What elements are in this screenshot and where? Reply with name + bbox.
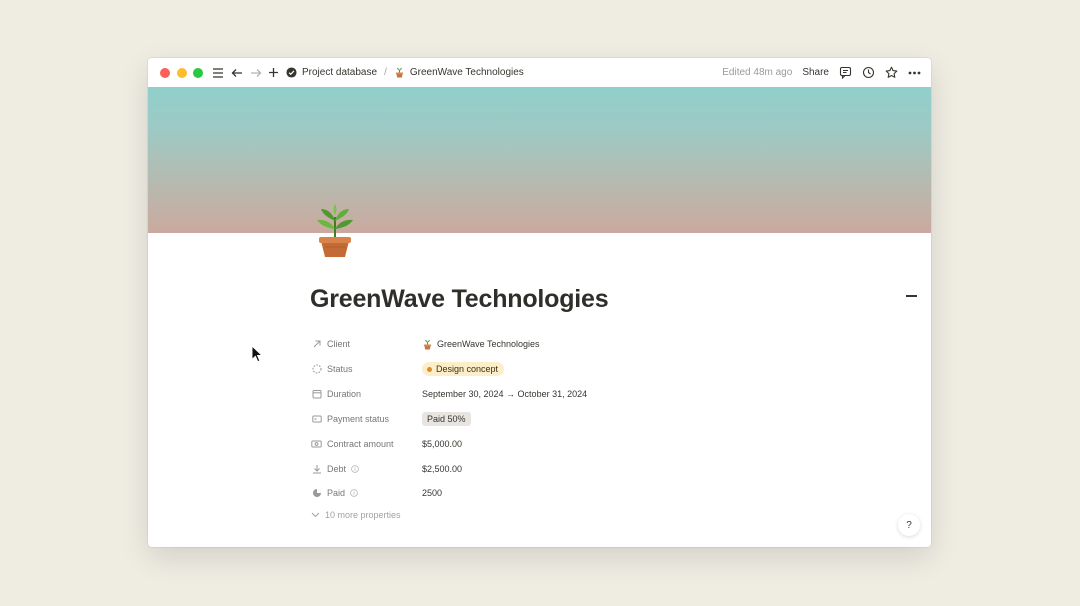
- status-badge[interactable]: Design concept: [422, 362, 505, 376]
- property-value-payment-status[interactable]: Paid 50%: [422, 412, 471, 426]
- property-name-paid: Paid: [311, 488, 358, 499]
- property-label: Debt: [327, 464, 347, 474]
- property-value-status[interactable]: Design concept: [422, 362, 505, 376]
- property-row-paid[interactable]: Paid 2500: [311, 483, 711, 503]
- title-bar: Project database / GreenWave Technologie…: [148, 58, 931, 87]
- property-value-paid[interactable]: 2500: [422, 488, 442, 498]
- property-row-contract-amount[interactable]: Contract amount $5,000.00: [311, 434, 711, 454]
- select-list-icon: [311, 414, 322, 425]
- property-label: Client: [327, 339, 351, 349]
- property-row-duration[interactable]: Duration September 30, 2024 → October 31…: [311, 384, 711, 404]
- potted-plant-icon: [422, 339, 433, 350]
- arrow-up-right-icon: [311, 339, 322, 350]
- page-cover-image[interactable]: [148, 87, 931, 233]
- breadcrumb-project-database[interactable]: Project database: [302, 67, 377, 78]
- download-icon: [311, 464, 322, 475]
- property-row-status[interactable]: Status Design concept: [311, 359, 711, 379]
- help-button[interactable]: ?: [898, 514, 920, 536]
- collapse-properties-icon[interactable]: [906, 295, 917, 297]
- more-properties-toggle[interactable]: 10 more properties: [311, 510, 401, 520]
- status-dot: [427, 366, 432, 372]
- property-label: Paid: [327, 488, 346, 498]
- breadcrumb-separator: /: [384, 67, 387, 78]
- property-row-debt[interactable]: Debt $2,500.00: [311, 459, 711, 479]
- property-name-duration: Duration: [311, 389, 361, 400]
- property-value-client[interactable]: GreenWave Technologies: [422, 339, 540, 350]
- property-value-duration[interactable]: September 30, 2024 → October 31, 2024: [422, 389, 587, 399]
- property-row-client[interactable]: Client GreenWave Technologies: [311, 334, 711, 354]
- database-check-icon: [286, 67, 297, 78]
- share-button[interactable]: Share: [802, 67, 829, 78]
- minimize-window-button[interactable]: [177, 68, 187, 78]
- property-row-payment-status[interactable]: Payment status Paid 50%: [311, 409, 711, 429]
- property-name-payment-status: Payment status: [311, 414, 389, 425]
- page-title[interactable]: GreenWave Technologies: [310, 285, 609, 314]
- property-name-client: Client: [311, 339, 350, 350]
- comment-icon[interactable]: [839, 66, 852, 79]
- more-properties-label: 10 more properties: [325, 510, 401, 520]
- close-window-button[interactable]: [160, 68, 170, 78]
- maximize-window-button[interactable]: [193, 68, 203, 78]
- mouse-pointer-icon: [251, 345, 263, 363]
- property-name-contract-amount: Contract amount: [311, 439, 394, 450]
- app-window: Project database / GreenWave Technologie…: [148, 58, 931, 547]
- history-clock-icon[interactable]: [862, 66, 875, 79]
- property-label: Status: [327, 364, 353, 374]
- pie-chart-icon: [311, 488, 322, 499]
- chevron-down-icon: [311, 512, 320, 518]
- back-arrow-icon[interactable]: [230, 66, 243, 79]
- calendar-icon: [311, 389, 322, 400]
- property-name-debt: Debt: [311, 464, 359, 475]
- forward-arrow-icon[interactable]: [249, 66, 262, 79]
- sidebar-menu-icon[interactable]: [211, 66, 224, 79]
- breadcrumb-current-page[interactable]: GreenWave Technologies: [410, 67, 524, 78]
- status-dashed-circle-icon: [311, 364, 322, 375]
- favorite-star-icon[interactable]: [885, 66, 898, 79]
- property-value-debt[interactable]: $2,500.00: [422, 464, 462, 474]
- payment-status-badge[interactable]: Paid 50%: [422, 412, 471, 426]
- property-value-contract-amount[interactable]: $5,000.00: [422, 439, 462, 449]
- page-toolbar: Edited 48m ago Share: [722, 58, 921, 87]
- breadcrumb: Project database / GreenWave Technologie…: [286, 58, 524, 87]
- new-page-plus-icon[interactable]: [267, 66, 280, 79]
- status-label: Design concept: [436, 364, 499, 374]
- potted-plant-icon[interactable]: [311, 203, 359, 259]
- client-link[interactable]: GreenWave Technologies: [437, 339, 540, 349]
- property-label: Duration: [327, 389, 362, 399]
- property-label: Contract amount: [327, 439, 394, 449]
- property-name-status: Status: [311, 364, 353, 375]
- help-icon: ?: [906, 519, 912, 531]
- info-icon[interactable]: [350, 489, 358, 497]
- property-label: Payment status: [327, 414, 390, 424]
- info-icon[interactable]: [351, 465, 359, 473]
- more-options-icon[interactable]: [908, 71, 921, 75]
- potted-plant-icon: [394, 67, 405, 78]
- banknote-icon: [311, 439, 322, 450]
- edited-timestamp: Edited 48m ago: [722, 67, 793, 78]
